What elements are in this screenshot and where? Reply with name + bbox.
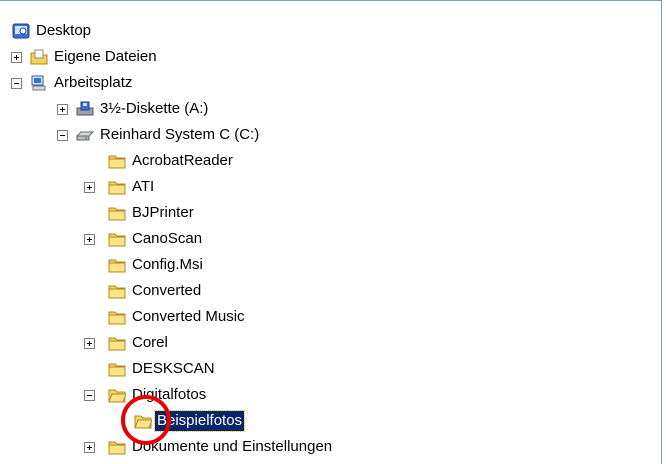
expand-corel-toggle[interactable] xyxy=(84,338,95,349)
tree-label-desktop: Desktop xyxy=(36,22,92,39)
folder-icon xyxy=(108,283,126,299)
open-folder-icon xyxy=(134,413,152,429)
expand-eigene-dateien-toggle[interactable] xyxy=(11,52,22,63)
tree-label-dokumente: Dokumente und Einstellungen xyxy=(132,438,333,455)
tree-label-bjprinter: BJPrinter xyxy=(132,204,194,221)
my-computer-icon xyxy=(30,75,48,91)
tree-label-beispielfotos: Beispielfotos xyxy=(153,410,246,432)
folder-icon xyxy=(108,153,126,169)
floppy-drive-icon xyxy=(76,101,94,117)
folder-icon xyxy=(108,439,126,455)
open-folder-icon xyxy=(108,387,126,403)
expand-dokumente-toggle[interactable] xyxy=(84,442,95,453)
folder-icon xyxy=(108,179,126,195)
desktop-icon xyxy=(12,23,30,39)
collapse-arbeitsplatz-toggle[interactable] xyxy=(11,78,22,89)
expand-canoscan-toggle[interactable] xyxy=(84,234,95,245)
folder-icon xyxy=(108,335,126,351)
collapse-drive-c-toggle[interactable] xyxy=(57,130,68,141)
tree-label-canoscan: CanoScan xyxy=(132,230,203,247)
tree-label-drive-c: Reinhard System C (C:) xyxy=(100,126,260,143)
tree-label-arbeitsplatz: Arbeitsplatz xyxy=(54,74,133,91)
tree-label-ati: ATI xyxy=(132,178,155,195)
folder-icon xyxy=(108,205,126,221)
expand-diskette-toggle[interactable] xyxy=(57,104,68,115)
expand-ati-toggle[interactable] xyxy=(84,182,95,193)
folder-icon xyxy=(108,361,126,377)
tree-label-corel: Corel xyxy=(132,334,168,351)
tree-label-converted-music: Converted Music xyxy=(132,308,245,325)
tree-label-diskette: 3½-Diskette (A:) xyxy=(100,100,209,117)
hard-drive-icon xyxy=(76,127,94,143)
tree-label-eigene-dateien: Eigene Dateien xyxy=(54,48,157,65)
tree-label-acrobatreader: AcrobatReader xyxy=(132,152,233,169)
folder-tree-pane: Desktop Eigene Dateien Arbeitsplatz 3½-D… xyxy=(0,0,662,464)
folder-icon xyxy=(108,309,126,325)
tree-label-deskscan: DESKSCAN xyxy=(132,360,215,377)
tree-label-converted: Converted xyxy=(132,282,202,299)
folder-icon xyxy=(108,257,126,273)
my-documents-icon xyxy=(30,49,48,65)
tree-label-configmsi: Config.Msi xyxy=(132,256,203,273)
tree-label-digitalfotos: Digitalfotos xyxy=(132,386,207,403)
collapse-digitalfotos-toggle[interactable] xyxy=(84,390,95,401)
folder-icon xyxy=(108,231,126,247)
